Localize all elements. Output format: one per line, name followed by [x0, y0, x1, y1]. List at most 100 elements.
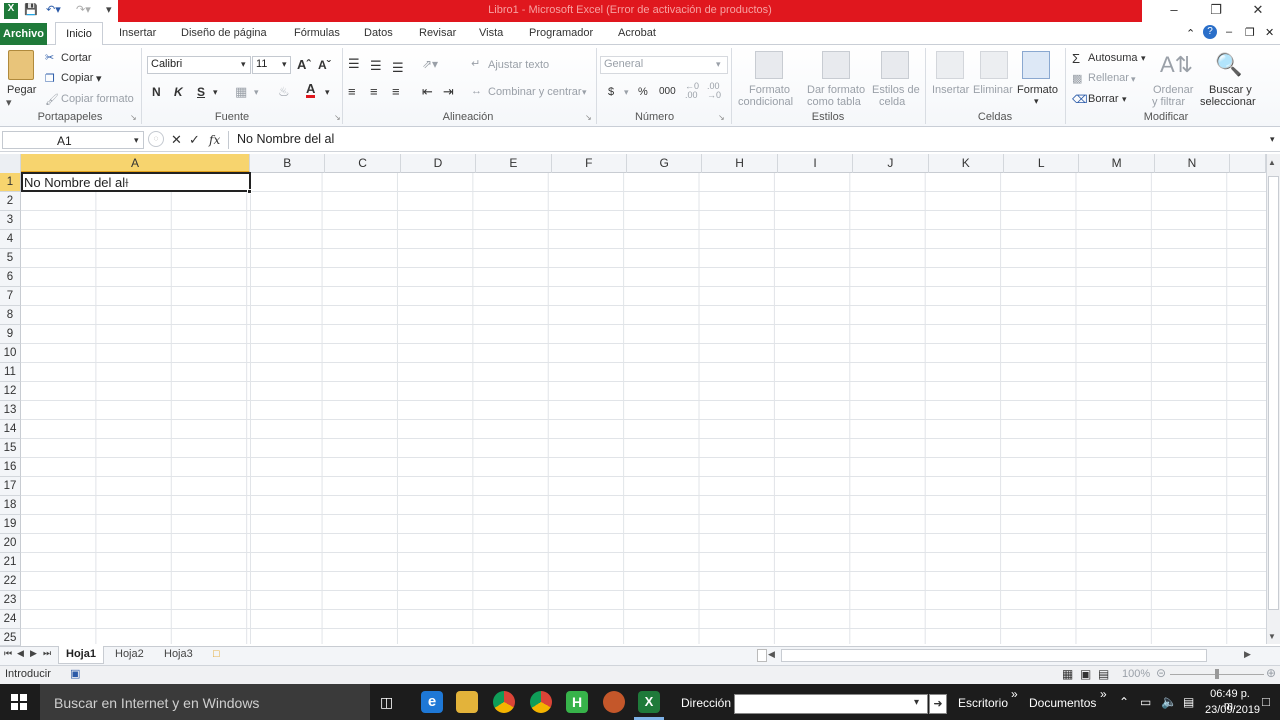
thousands-button[interactable]: 000: [659, 86, 676, 97]
cell-styles-label-2[interactable]: celda: [879, 96, 905, 108]
format-cells-dropdown-icon[interactable]: ▾: [1034, 96, 1039, 107]
cell-grid[interactable]: [21, 173, 1266, 644]
cut-button[interactable]: Cortar: [61, 52, 92, 64]
tab-revisar[interactable]: Revisar: [419, 27, 456, 39]
mdi-close-icon[interactable]: ✕: [1265, 26, 1274, 39]
horizontal-scroll-thumb[interactable]: [781, 649, 1207, 662]
column-header[interactable]: L: [1004, 154, 1080, 173]
scroll-down-icon[interactable]: ▼: [1268, 632, 1276, 641]
file-explorer-icon[interactable]: [456, 691, 478, 713]
normal-view-icon[interactable]: ▦: [1062, 667, 1073, 681]
align-bottom-icon[interactable]: ☰: [392, 60, 404, 76]
row-header[interactable]: 10: [0, 344, 21, 363]
tab-vista[interactable]: Vista: [479, 27, 503, 39]
prev-sheet-icon[interactable]: ◀: [17, 648, 24, 659]
clock-date[interactable]: 23/09/2019: [1205, 704, 1260, 716]
row-header[interactable]: 13: [0, 401, 21, 420]
help-icon[interactable]: ?: [1203, 25, 1217, 39]
row-header[interactable]: 6: [0, 268, 21, 287]
find-select-label-2[interactable]: seleccionar: [1200, 96, 1256, 108]
row-header[interactable]: 25: [0, 629, 21, 646]
mdi-min-icon[interactable]: –: [1226, 26, 1232, 38]
format-as-table-label-1[interactable]: Dar formato: [807, 84, 865, 96]
restore-button[interactable]: ❐: [1202, 2, 1230, 20]
column-header[interactable]: I: [778, 154, 854, 173]
save-icon[interactable]: 💾: [24, 3, 38, 19]
font-size-dropdown-icon[interactable]: ▾: [282, 59, 287, 70]
number-format-select[interactable]: General: [600, 56, 728, 74]
column-header[interactable]: F: [552, 154, 627, 173]
autosum-dropdown-icon[interactable]: ▾: [1141, 53, 1146, 64]
chrome-profile-icon[interactable]: [530, 691, 552, 713]
column-header[interactable]: A: [21, 154, 250, 173]
row-header[interactable]: 16: [0, 458, 21, 477]
font-name-select[interactable]: Calibri: [147, 56, 251, 74]
desktop-toolbar[interactable]: Escritorio: [958, 696, 1008, 710]
row-header[interactable]: 18: [0, 496, 21, 515]
sheet-tab-hoja1[interactable]: Hoja1: [58, 646, 104, 664]
vertical-scrollbar[interactable]: ▲ ▼: [1266, 154, 1280, 644]
shrink-font-icon[interactable]: Aˇ: [318, 58, 331, 72]
zoom-in-icon[interactable]: ⊕: [1266, 666, 1276, 680]
autosum-button[interactable]: Autosuma: [1088, 52, 1138, 64]
tab-insertar[interactable]: Insertar: [119, 27, 156, 39]
taskbar-search-input[interactable]: Buscar en Internet y en Windows: [40, 684, 370, 720]
column-header[interactable]: N: [1155, 154, 1231, 173]
row-header[interactable]: 9: [0, 325, 21, 344]
row-header[interactable]: 12: [0, 382, 21, 401]
undo-icon[interactable]: ↶▾: [46, 3, 61, 19]
increase-decimal-icon[interactable]: ←0.00: [685, 82, 699, 100]
underline-button[interactable]: S: [197, 85, 205, 99]
tab-diseno-pagina[interactable]: Diseño de página: [181, 27, 267, 39]
conditional-format-label-1[interactable]: Formato: [749, 84, 790, 96]
windows-start-icon[interactable]: [11, 694, 27, 710]
sort-filter-label-1[interactable]: Ordenar: [1153, 84, 1193, 96]
zoom-out-icon[interactable]: ⊝: [1156, 666, 1166, 680]
font-launcher-icon[interactable]: ↘: [334, 113, 341, 122]
address-go-icon[interactable]: ➜: [929, 694, 947, 714]
wrap-text-button[interactable]: Ajustar texto: [488, 59, 549, 71]
number-format-dropdown-icon[interactable]: ▾: [716, 59, 721, 70]
customize-qat-icon[interactable]: ▾: [106, 3, 112, 19]
column-header[interactable]: E: [476, 154, 552, 173]
documents-expand-icon[interactable]: »: [1100, 687, 1107, 701]
row-header[interactable]: 14: [0, 420, 21, 439]
currency-dropdown-icon[interactable]: ▾: [624, 87, 629, 98]
select-all-corner[interactable]: [0, 154, 21, 173]
number-launcher-icon[interactable]: ↘: [718, 113, 725, 122]
grow-font-icon[interactable]: Aˆ: [297, 57, 311, 72]
row-header[interactable]: 22: [0, 572, 21, 591]
row-header[interactable]: 8: [0, 306, 21, 325]
row-header[interactable]: 24: [0, 610, 21, 629]
bold-button[interactable]: N: [152, 85, 161, 99]
fill-handle[interactable]: [247, 189, 252, 194]
format-painter-button[interactable]: Copiar formato: [61, 93, 134, 105]
paste-icon[interactable]: [8, 50, 34, 80]
tab-formulas[interactable]: Fórmulas: [294, 27, 340, 39]
address-input[interactable]: [734, 694, 928, 714]
task-view-icon[interactable]: ◫: [380, 694, 393, 711]
increase-indent-icon[interactable]: ⇥: [443, 84, 454, 100]
vertical-scroll-thumb[interactable]: [1268, 176, 1279, 610]
conditional-format-label-2[interactable]: condicional: [738, 96, 793, 108]
copy-button[interactable]: Copiar: [61, 72, 93, 84]
next-sheet-icon[interactable]: ▶: [30, 648, 37, 659]
row-header[interactable]: 5: [0, 249, 21, 268]
name-box-dropdown-icon[interactable]: ▾: [134, 135, 139, 146]
formula-expand-icon[interactable]: ▾: [1270, 134, 1275, 145]
mdi-restore-icon[interactable]: ❐: [1245, 26, 1255, 39]
hscroll-split-handle[interactable]: [757, 649, 767, 662]
volume-icon[interactable]: 🔈: [1161, 694, 1177, 710]
row-header[interactable]: 23: [0, 591, 21, 610]
minimize-button[interactable]: –: [1160, 2, 1188, 20]
notifications-icon[interactable]: □: [1262, 694, 1270, 709]
ime-icon[interactable]: ▤: [1183, 695, 1194, 709]
tab-acrobat[interactable]: Acrobat: [618, 27, 656, 39]
merge-dropdown-icon[interactable]: ▾: [582, 87, 587, 98]
scroll-up-icon[interactable]: ▲: [1268, 158, 1276, 167]
row-header[interactable]: 21: [0, 553, 21, 572]
macro-record-icon[interactable]: ▣: [70, 667, 80, 680]
zoom-level[interactable]: 100%: [1122, 668, 1150, 680]
desktop-expand-icon[interactable]: »: [1011, 687, 1018, 701]
ribbon-minimize-icon[interactable]: ⌃: [1186, 27, 1195, 40]
